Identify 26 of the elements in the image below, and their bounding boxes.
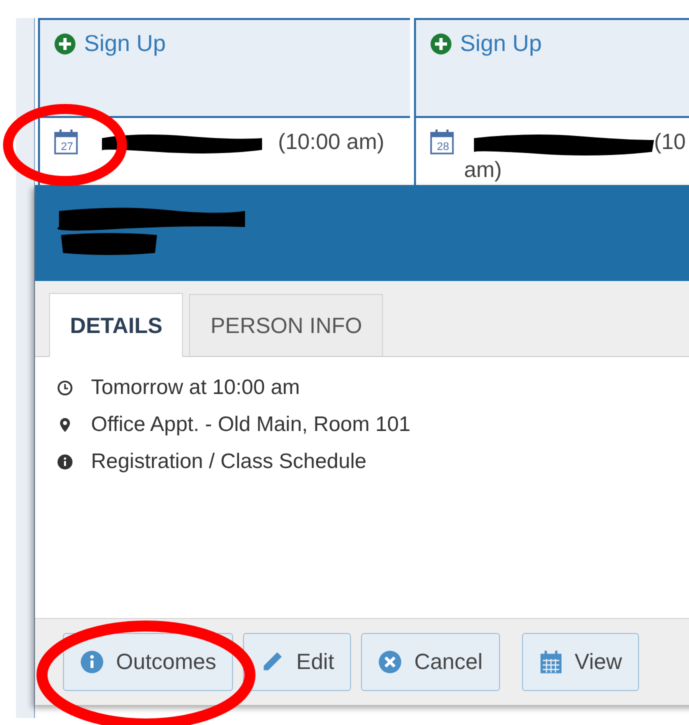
edit-button[interactable]: Edit xyxy=(243,633,352,691)
outcomes-button[interactable]: Outcomes xyxy=(63,633,234,691)
info-icon xyxy=(80,650,104,674)
view-button[interactable]: View xyxy=(522,633,639,691)
tab[interactable]: DETAILS xyxy=(49,293,184,357)
calendar-icon xyxy=(54,128,78,155)
calendar-icon xyxy=(430,128,454,155)
sign-up-link[interactable]: Sign Up xyxy=(54,30,166,57)
map-pin-icon xyxy=(57,416,73,432)
plus-icon xyxy=(54,32,76,54)
detail-text: Tomorrow at 10:00 am xyxy=(91,376,300,400)
calendar-icon xyxy=(538,650,563,674)
close-icon xyxy=(378,650,402,674)
appointment-time: am) xyxy=(464,156,503,184)
detail-text: Registration / Class Schedule xyxy=(91,450,366,474)
date-number: 28 xyxy=(436,141,450,153)
appointment-time: (10 xyxy=(654,128,686,156)
plus-icon xyxy=(430,32,452,54)
detail-text: Office Appt. - Old Main, Room 101 xyxy=(91,412,410,436)
info-icon xyxy=(57,454,73,470)
cancel-button[interactable]: Cancel xyxy=(361,633,500,691)
appointment-time: (10:00 am) xyxy=(278,128,384,156)
tab[interactable]: PERSON INFO xyxy=(189,294,384,356)
clock-icon xyxy=(57,380,73,396)
date-number: 27 xyxy=(60,141,74,153)
sign-up-link[interactable]: Sign Up xyxy=(430,30,542,57)
